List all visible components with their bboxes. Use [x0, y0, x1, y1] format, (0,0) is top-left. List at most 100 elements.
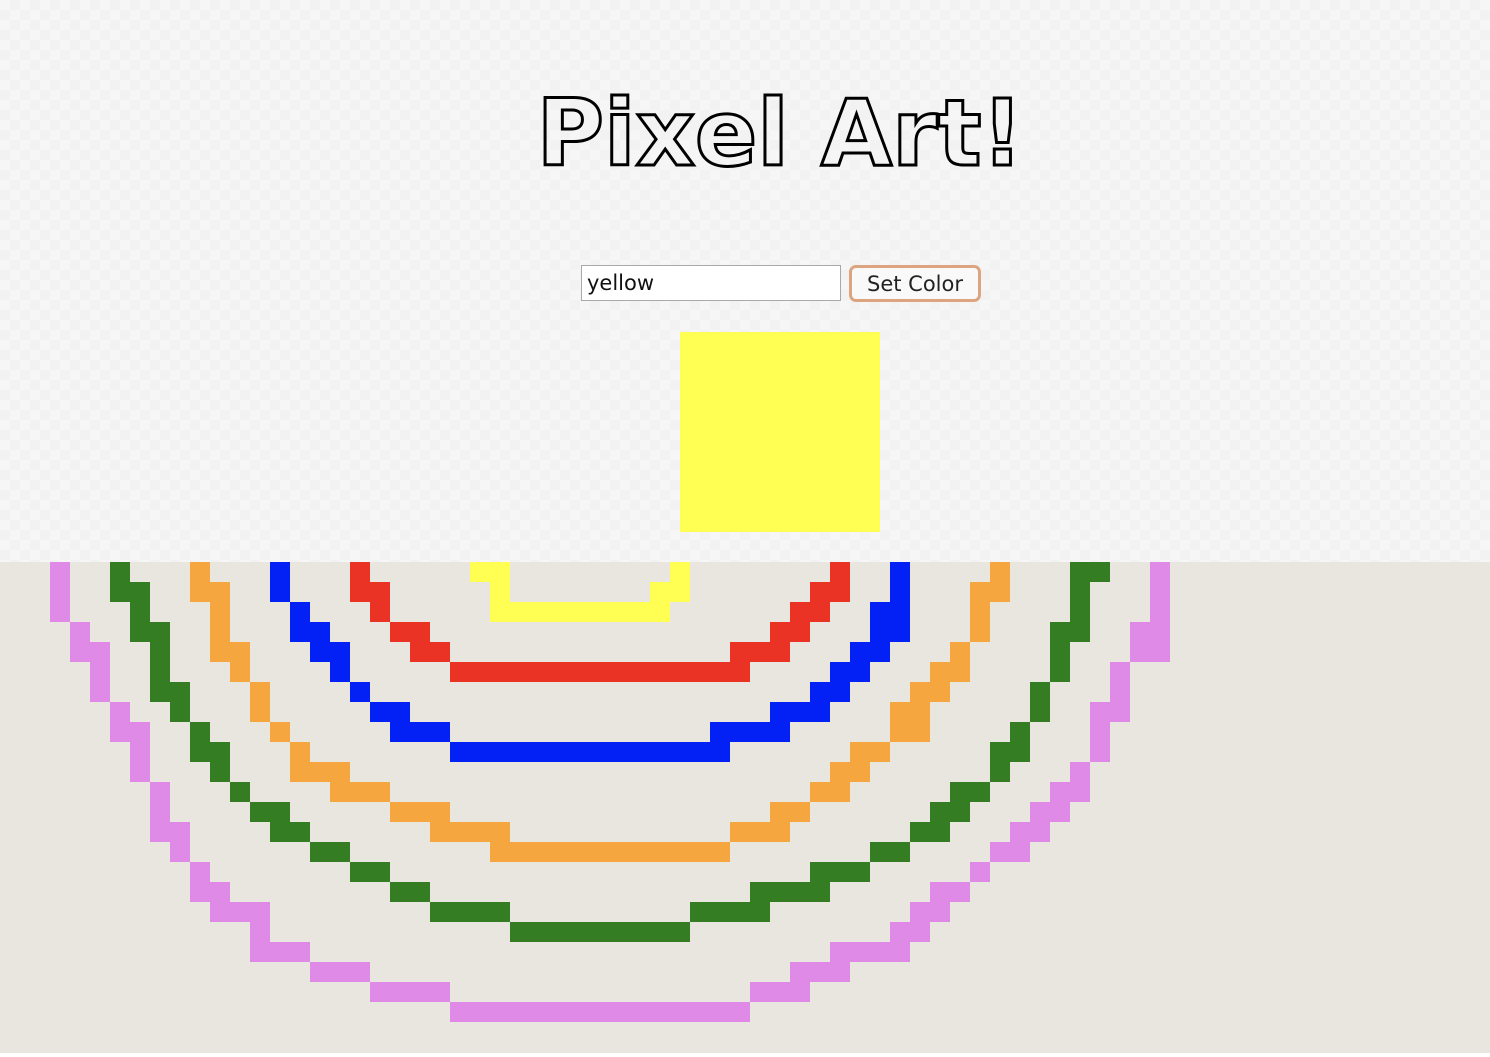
pixel-pink[interactable] [1150, 562, 1170, 642]
pixel-orange[interactable] [950, 642, 970, 682]
pixel-green[interactable] [110, 562, 130, 602]
pixel-pink[interactable] [90, 642, 110, 702]
pixel-yellow[interactable] [490, 602, 670, 622]
pixel-green[interactable] [870, 842, 910, 862]
pixel-blue[interactable] [330, 662, 350, 682]
pixel-pink[interactable] [250, 922, 270, 962]
pixel-orange[interactable] [910, 682, 950, 702]
pixel-red[interactable] [770, 622, 810, 642]
pixel-orange[interactable] [190, 562, 210, 602]
pixel-orange[interactable] [730, 822, 790, 842]
color-input[interactable] [581, 265, 841, 301]
pixel-green[interactable] [210, 742, 230, 782]
pixel-pink[interactable] [150, 782, 170, 842]
pixel-pink[interactable] [1010, 822, 1050, 842]
pixel-green[interactable] [390, 882, 430, 902]
pixel-red[interactable] [810, 582, 850, 602]
pixel-pink[interactable] [450, 1002, 750, 1022]
pixel-orange[interactable] [890, 702, 930, 742]
pixel-orange[interactable] [970, 582, 990, 642]
pixel-orange[interactable] [290, 742, 310, 782]
pixel-pink[interactable] [230, 902, 270, 922]
pixel-orange[interactable] [430, 822, 510, 842]
pixel-pink[interactable] [1090, 702, 1110, 762]
pixel-pink[interactable] [990, 842, 1030, 862]
pixel-green[interactable] [130, 582, 150, 642]
pixel-green[interactable] [690, 902, 770, 922]
pixel-blue[interactable] [450, 742, 730, 762]
pixel-pink[interactable] [1110, 662, 1130, 722]
pixel-green[interactable] [910, 822, 950, 842]
pixel-red[interactable] [830, 562, 850, 582]
pixel-blue[interactable] [270, 562, 290, 602]
pixel-blue[interactable] [310, 622, 330, 642]
pixel-orange[interactable] [770, 802, 810, 822]
pixel-yellow[interactable] [470, 562, 510, 582]
pixel-green[interactable] [170, 682, 190, 722]
pixel-pink[interactable] [170, 822, 190, 862]
pixel-green[interactable] [310, 842, 350, 862]
pixel-orange[interactable] [390, 802, 450, 822]
pixel-pink[interactable] [1030, 802, 1070, 822]
pixel-red[interactable] [410, 642, 450, 662]
pixel-pink[interactable] [750, 982, 810, 1002]
pixel-orange[interactable] [810, 782, 850, 802]
pixel-blue[interactable] [290, 602, 310, 642]
pixel-orange[interactable] [310, 762, 350, 782]
pixel-blue[interactable] [830, 662, 870, 682]
pixel-pink[interactable] [190, 862, 210, 902]
pixel-green[interactable] [230, 782, 250, 802]
pixel-pink[interactable] [110, 702, 130, 742]
pixel-pink[interactable] [130, 722, 150, 782]
pixel-orange[interactable] [230, 642, 250, 682]
pixel-red[interactable] [730, 642, 790, 662]
pixel-green[interactable] [1030, 682, 1050, 722]
pixel-red[interactable] [350, 562, 370, 582]
pixel-pink[interactable] [930, 882, 970, 902]
pixel-orange[interactable] [490, 842, 730, 862]
pixel-green[interactable] [150, 622, 170, 702]
pixel-blue[interactable] [870, 602, 910, 642]
pixel-orange[interactable] [830, 762, 870, 782]
pixel-blue[interactable] [350, 682, 370, 702]
pixel-orange[interactable] [330, 782, 390, 802]
pixel-grid[interactable] [0, 562, 1490, 1053]
pixel-orange[interactable] [210, 582, 230, 662]
pixel-green[interactable] [250, 802, 290, 822]
pixel-yellow[interactable] [670, 562, 690, 582]
pixel-green[interactable] [1070, 582, 1090, 642]
pixel-yellow[interactable] [490, 582, 510, 602]
pixel-green[interactable] [990, 742, 1010, 782]
pixel-green[interactable] [270, 822, 310, 842]
pixel-blue[interactable] [850, 642, 890, 662]
pixel-blue[interactable] [310, 642, 350, 662]
pixel-blue[interactable] [770, 702, 830, 722]
pixel-blue[interactable] [370, 702, 410, 722]
pixel-blue[interactable] [810, 682, 850, 702]
pixel-pink[interactable] [830, 942, 910, 962]
pixel-canvas[interactable] [0, 562, 1490, 1053]
pixel-orange[interactable] [990, 562, 1010, 602]
pixel-red[interactable] [370, 602, 390, 622]
pixel-green[interactable] [810, 862, 870, 882]
pixel-green[interactable] [950, 782, 990, 802]
pixel-orange[interactable] [270, 722, 290, 742]
pixel-yellow[interactable] [650, 582, 690, 602]
pixel-green[interactable] [350, 862, 390, 882]
pixel-pink[interactable] [210, 882, 230, 922]
pixel-green[interactable] [1050, 622, 1070, 682]
pixel-green[interactable] [430, 902, 510, 922]
pixel-red[interactable] [390, 622, 430, 642]
pixel-pink[interactable] [910, 902, 950, 922]
pixel-red[interactable] [350, 582, 390, 602]
pixel-pink[interactable] [890, 922, 930, 942]
pixel-green[interactable] [1070, 562, 1110, 582]
pixel-pink[interactable] [70, 622, 90, 662]
pixel-pink[interactable] [270, 942, 310, 962]
pixel-green[interactable] [930, 802, 970, 822]
pixel-red[interactable] [450, 662, 750, 682]
pixel-green[interactable] [1010, 722, 1030, 762]
pixel-blue[interactable] [890, 562, 910, 602]
pixel-green[interactable] [510, 922, 690, 942]
pixel-green[interactable] [190, 722, 210, 762]
